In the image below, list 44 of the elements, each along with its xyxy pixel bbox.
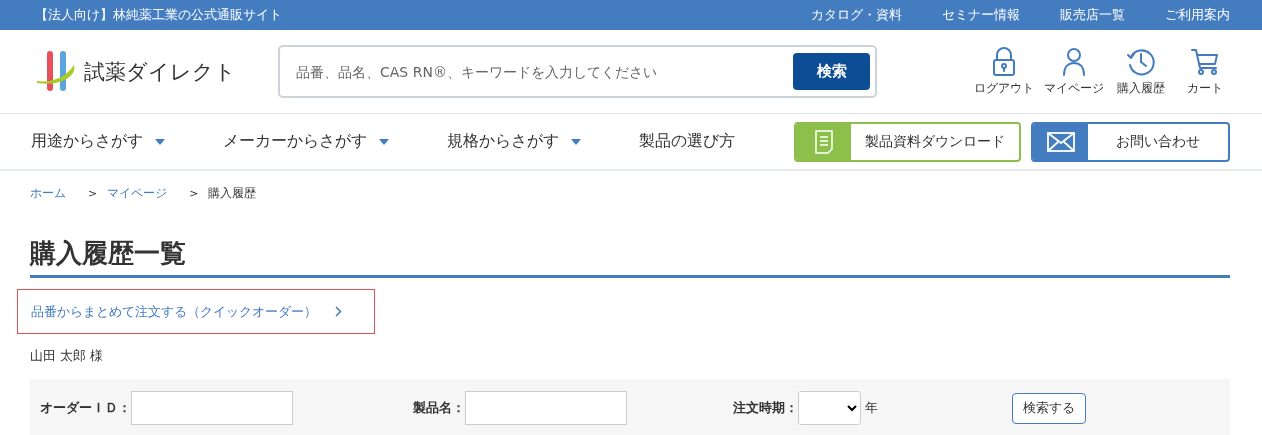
field-label: 製品名： bbox=[413, 399, 465, 417]
header-link[interactable]: ログアウト bbox=[974, 46, 1034, 97]
field-label: オーダーＩＤ： bbox=[40, 399, 131, 417]
field-label: 注文時期： bbox=[733, 399, 798, 417]
top-link[interactable]: セミナー情報 bbox=[942, 6, 1020, 24]
site-tagline: 【法人向け】林純薬工業の公式通販サイト bbox=[35, 6, 282, 24]
breadcrumb-item[interactable]: マイページ bbox=[107, 184, 168, 202]
top-link[interactable]: ご利用案内 bbox=[1165, 6, 1230, 24]
quick-order-link[interactable]: 品番からまとめて注文する（クイックオーダー） bbox=[17, 289, 375, 334]
logo-text: 試薬ダイレクト bbox=[84, 58, 236, 86]
person-icon bbox=[1062, 46, 1086, 77]
search-field[interactable]: 品番、品名、CAS RN®、キーワードを入力してください 検索 bbox=[278, 45, 877, 98]
nav-button[interactable]: 製品資料ダウンロード bbox=[794, 121, 1021, 162]
breadcrumb-item[interactable]: ホーム bbox=[30, 184, 66, 202]
nav-item[interactable]: 用途からさがす bbox=[31, 131, 165, 152]
current-page-label: 購入履歴 bbox=[208, 184, 257, 202]
header-link[interactable]: マイページ bbox=[1044, 46, 1104, 97]
breadcrumb-separator: > bbox=[189, 186, 199, 200]
search-button[interactable]: 検索 bbox=[793, 53, 870, 90]
header-link[interactable]: 購入履歴 bbox=[1114, 46, 1168, 97]
top-link[interactable]: 販売店一覧 bbox=[1060, 6, 1125, 24]
caret-icon bbox=[379, 138, 389, 145]
top-link[interactable]: カタログ・資料 bbox=[811, 6, 902, 24]
year-unit: 年 bbox=[865, 399, 878, 417]
product-name-field[interactable] bbox=[465, 391, 627, 425]
lock-icon bbox=[992, 46, 1016, 77]
mail-icon bbox=[1046, 131, 1075, 152]
nav-item[interactable]: メーカーからさがす bbox=[223, 131, 389, 152]
caret-icon bbox=[571, 138, 581, 145]
order-id-field[interactable] bbox=[131, 391, 293, 425]
header-link[interactable]: カート bbox=[1178, 46, 1232, 97]
document-icon bbox=[813, 128, 834, 155]
nav-item[interactable]: 製品の選び方 bbox=[639, 131, 735, 152]
breadcrumb-separator: > bbox=[88, 186, 98, 200]
nav-item[interactable]: 規格からさがす bbox=[447, 131, 581, 152]
customer-name: 山田 太郎 様 bbox=[30, 347, 105, 365]
cart-icon bbox=[1190, 46, 1220, 77]
page-title: 購入履歴一覧 bbox=[30, 236, 1230, 278]
nav-button[interactable]: お問い合わせ bbox=[1031, 121, 1230, 162]
caret-icon bbox=[155, 138, 165, 145]
year-select[interactable] bbox=[798, 391, 861, 425]
chevron-icon bbox=[335, 306, 342, 317]
history-icon bbox=[1126, 46, 1156, 77]
search-button[interactable]: 検索する bbox=[1012, 392, 1086, 424]
